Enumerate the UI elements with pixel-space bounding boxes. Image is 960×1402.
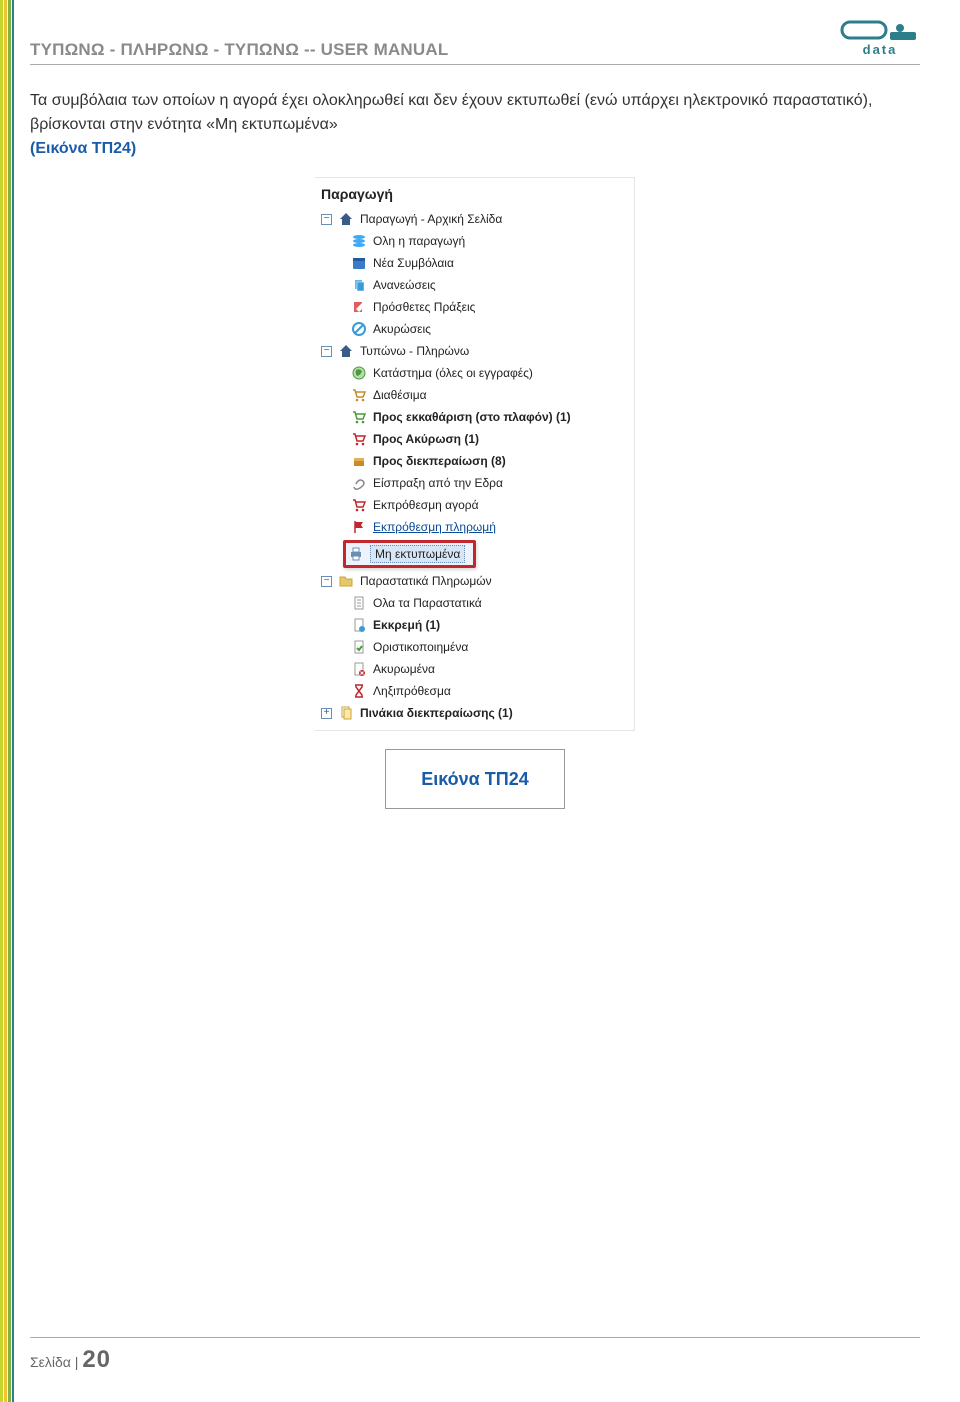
item-label: Εκκρεμή (1) [373,618,440,632]
tree-item-finalized-docs[interactable]: Οριστικοποιημένα [315,636,634,658]
edit-icon [351,299,367,315]
item-label: Ακυρώσεις [373,322,431,336]
page-footer: Σελίδα | 20 [30,1337,920,1374]
item-label: Ολη η παραγωγή [373,234,465,248]
tree-item-pending-cancel[interactable]: Προς Ακύρωση (1) [315,428,634,450]
panel-title: Παραγωγή [315,182,634,208]
tree-item-pending-clearance[interactable]: Προς εκκαθάριση (στο πλαφόν) (1) [315,406,634,428]
cart-green-icon [351,409,367,425]
ban-icon [351,321,367,337]
doc-pending-icon [351,617,367,633]
figure-caption: Εικόνα ΤΠ24 [385,749,565,809]
attach-icon [351,475,367,491]
tree-item-store-all[interactable]: Κατάστημα (όλες οι εγγραφές) [315,362,634,384]
pkdata-logo: data [840,20,920,60]
doc-cancel-icon [351,661,367,677]
item-label: Ολα τα Παραστατικά [373,596,482,610]
tree-node-payment-docs[interactable]: − Παραστατικά Πληρωμών [315,570,634,592]
folder-icon [338,573,354,589]
item-label: Προς εκκαθάριση (στο πλαφόν) (1) [373,410,571,424]
tree-node-dispatch-tables[interactable]: + Πινάκια διεκπεραίωσης (1) [315,702,634,724]
copy-icon [351,277,367,293]
paragraph-text: Τα συμβόλαια των οποίων η αγορά έχει ολο… [30,92,872,133]
home-icon [338,343,354,359]
folder-docs-icon [338,705,354,721]
home-icon [338,211,354,227]
figure-reference: (Εικόνα ΤΠ24) [30,140,136,157]
hourglass-icon [351,683,367,699]
collapse-icon[interactable]: − [321,576,332,587]
tree-item-overdue-payment[interactable]: Εκπρόθεσμη πληρωμή [315,516,634,538]
tree-item-pending-process[interactable]: Προς διεκπεραίωση (8) [315,450,634,472]
item-label: Μη εκτυπωμένα [370,545,465,563]
node-label: Παραγωγή - Αρχική Σελίδα [360,212,502,226]
doc-icon [351,595,367,611]
doc-ok-icon [351,639,367,655]
tree-item-all-docs[interactable]: Ολα τα Παραστατικά [315,592,634,614]
node-label: Πινάκια διεκπεραίωσης (1) [360,706,513,720]
intro-paragraph: Τα συμβόλαια των οποίων η αγορά έχει ολο… [30,89,920,161]
page-title: ΤΥΠΩΝΩ - ΠΛΗΡΩΝΩ - ΤΥΠΩΝΩ -- USER MANUAL [30,40,448,60]
tree-item-new-contracts[interactable]: Νέα Συμβόλαια [315,252,634,274]
caption-text: Εικόνα ΤΠ24 [421,769,529,790]
tree-item-additional-acts[interactable]: Πρόσθετες Πράξεις [315,296,634,318]
flag-icon [351,519,367,535]
item-label: Ανανεώσεις [373,278,436,292]
item-label: Πρόσθετες Πράξεις [373,300,475,314]
node-label: Παραστατικά Πληρωμών [360,574,492,588]
tree-item-pending-docs[interactable]: Εκκρεμή (1) [315,614,634,636]
expand-icon[interactable]: + [321,708,332,719]
footer-label: Σελίδα | [30,1354,82,1370]
page-container: ΤΥΠΩΝΩ - ΠΛΗΡΩΝΩ - ΤΥΠΩΝΩ -- USER MANUAL… [30,20,920,1372]
item-label[interactable]: Εκπρόθεσμη πληρωμή [373,520,496,534]
tree-item-all-production[interactable]: Ολη η παραγωγή [315,230,634,252]
tree-node-production-home[interactable]: − Παραγωγή - Αρχική Σελίδα [315,208,634,230]
collapse-icon[interactable]: − [321,346,332,357]
logo-text: data [863,42,898,57]
side-accent-stripes [0,0,15,1402]
calendar-icon [351,255,367,271]
stack-icon [351,233,367,249]
page-header: ΤΥΠΩΝΩ - ΠΛΗΡΩΝΩ - ΤΥΠΩΝΩ -- USER MANUAL… [30,20,920,65]
item-label: Είσπραξη από την Εδρα [373,476,503,490]
item-label: Κατάστημα (όλες οι εγγραφές) [373,366,533,380]
item-label: Νέα Συμβόλαια [373,256,454,270]
tree-item-cancelled-docs[interactable]: Ακυρωμένα [315,658,634,680]
tree-item-hq-collection[interactable]: Είσπραξη από την Εδρα [315,472,634,494]
cart-red-icon [351,431,367,447]
node-label: Τυπώνω - Πληρώνω [360,344,469,358]
printer-icon [348,546,364,562]
embedded-screenshot-panel: Παραγωγή − Παραγωγή - Αρχική Σελίδα Ολη … [315,177,635,731]
collapse-icon[interactable]: − [321,214,332,225]
item-label: Προς διεκπεραίωση (8) [373,454,506,468]
item-label: Ακυρωμένα [373,662,435,676]
tree-item-available[interactable]: Διαθέσιμα [315,384,634,406]
tree-node-print-pay[interactable]: − Τυπώνω - Πληρώνω [315,340,634,362]
tree-item-overdue-purchase[interactable]: Εκπρόθεσμη αγορά [315,494,634,516]
item-label: Διαθέσιμα [373,388,427,402]
tree-item-cancellations[interactable]: Ακυρώσεις [315,318,634,340]
tree-item-not-printed-highlighted[interactable]: Μη εκτυπωμένα [343,540,476,568]
tree-item-overdue-docs[interactable]: Ληξιπρόθεσμα [315,680,634,702]
page-number: 20 [82,1346,111,1373]
item-label: Οριστικοποιημένα [373,640,468,654]
item-label: Ληξιπρόθεσμα [373,684,451,698]
tree-item-renewals[interactable]: Ανανεώσεις [315,274,634,296]
cart-icon [351,387,367,403]
item-label: Εκπρόθεσμη αγορά [373,498,479,512]
package-icon [351,453,367,469]
globe-icon [351,365,367,381]
item-label: Προς Ακύρωση (1) [373,432,479,446]
cart-red-icon [351,497,367,513]
